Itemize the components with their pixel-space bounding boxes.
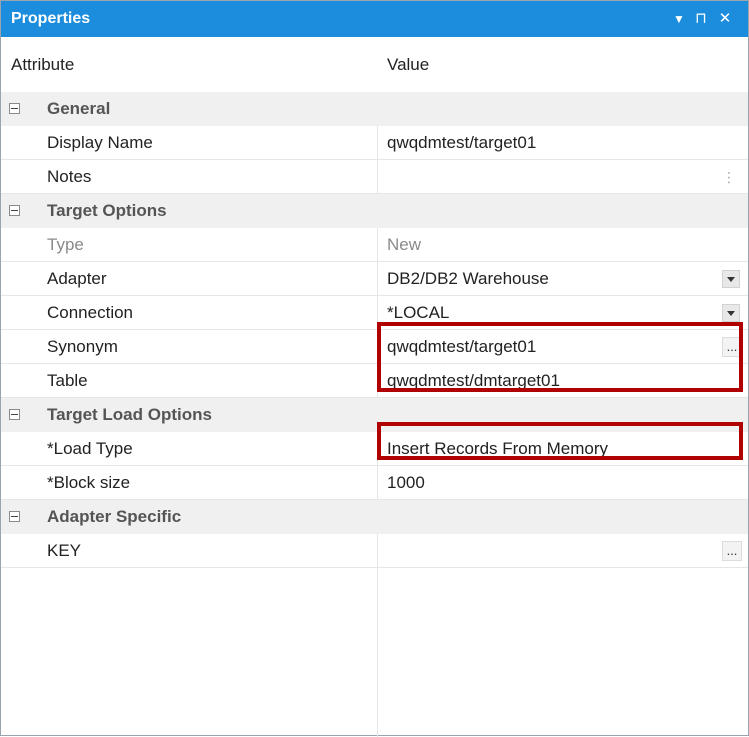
dropdown-arrow-icon[interactable] [722,304,740,322]
attribute-label: Synonym [47,337,118,356]
category-label: General [47,99,111,118]
load-type-highlight [377,422,743,460]
attribute-label: *Load Type [47,439,133,458]
row-block-size[interactable]: *Block size 1000 [1,466,748,500]
grid-header: Attribute Value [1,38,748,93]
row-adapter[interactable]: Adapter DB2/DB2 Warehouse [1,262,748,296]
panel-title: Properties [11,10,91,27]
attribute-label: Table [47,371,88,390]
category-target-options[interactable]: Target Options [1,194,748,228]
category-label: Target Options [47,201,167,220]
dropdown-arrow-icon[interactable] [722,270,740,288]
category-general[interactable]: General [1,92,748,126]
row-display-name[interactable]: Display Name qwqdmtest/target01 [1,126,748,160]
more-options-icon[interactable]: ⋮ [722,167,736,187]
category-label: Target Load Options [47,405,212,424]
collapse-icon[interactable] [9,103,20,114]
close-icon[interactable]: ✕ [715,1,735,37]
attribute-label: Type [47,235,84,254]
adapter-select[interactable]: DB2/DB2 Warehouse [387,262,549,296]
attribute-label: Display Name [47,133,153,152]
properties-panel: Properties ▼ ⊓ ✕ Attribute Value General… [0,0,749,737]
block-size-value[interactable]: 1000 [387,466,425,500]
collapse-icon[interactable] [9,409,20,420]
dropdown-arrow-icon[interactable]: ▼ [669,1,689,37]
type-value: New [387,235,422,254]
category-adapter-specific[interactable]: Adapter Specific [1,500,748,534]
value-column-header: Value [387,55,430,74]
ellipsis-button[interactable]: ... [722,541,742,561]
synonym-table-highlight [377,322,743,392]
attribute-label: Connection [47,303,134,322]
pin-icon[interactable]: ⊓ [691,1,711,37]
category-label: Adapter Specific [47,507,182,526]
attribute-label: Adapter [47,269,107,288]
row-type: Type New [1,228,748,262]
attribute-column-header: Attribute [11,55,75,74]
panel-titlebar: Properties ▼ ⊓ ✕ [1,1,748,37]
display-name-value[interactable]: qwqdmtest/target01 [387,126,536,160]
attribute-label: Notes [47,167,92,186]
attribute-label: *Block size [47,473,131,492]
row-notes[interactable]: Notes ⋮ [1,160,748,194]
collapse-icon[interactable] [9,205,20,216]
attribute-label: KEY [47,541,82,560]
property-grid: General Display Name qwqdmtest/target01 … [1,92,748,737]
row-key[interactable]: KEY ... [1,534,748,568]
collapse-icon[interactable] [9,511,20,522]
